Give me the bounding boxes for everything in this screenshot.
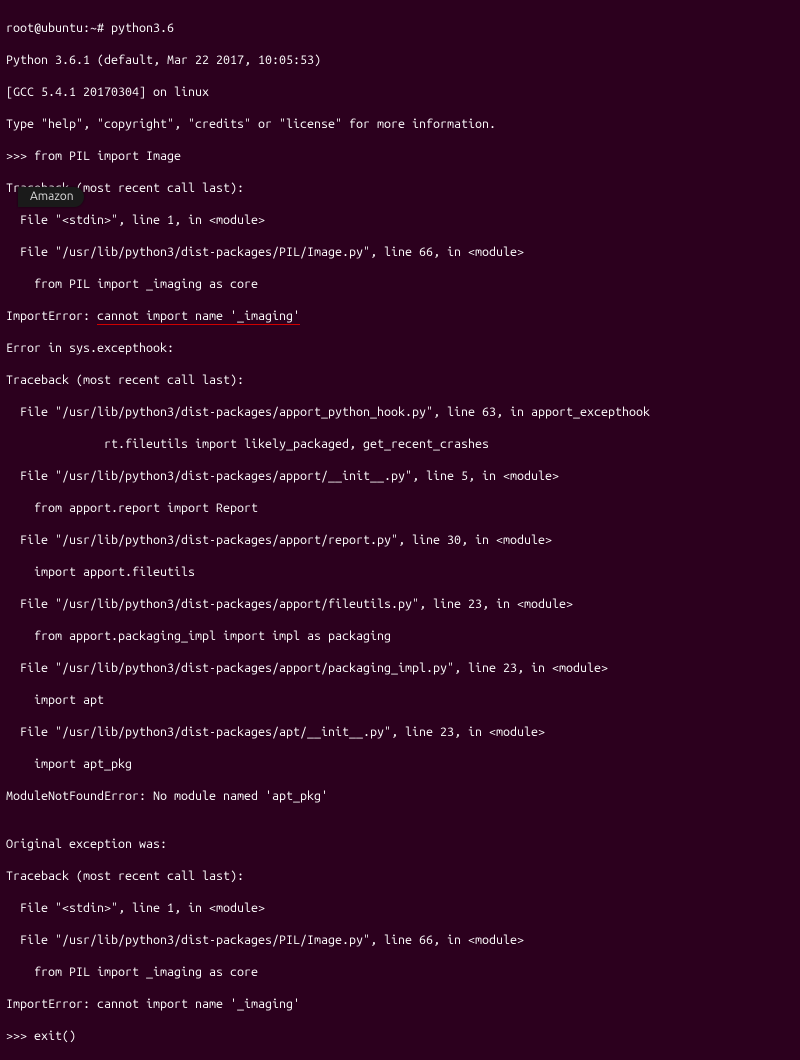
terminal-line: import apt_pkg xyxy=(6,756,794,772)
terminal-line: File "<stdin>", line 1, in <module> xyxy=(6,900,794,916)
terminal-line: from apport.packaging_impl import impl a… xyxy=(6,628,794,644)
terminal-line: File "/usr/lib/python3/dist-packages/app… xyxy=(6,596,794,612)
terminal-line: [GCC 5.4.1 20170304] on linux xyxy=(6,84,794,100)
terminal-line: Traceback (most recent call last): xyxy=(6,868,794,884)
partial-line: rt.fileutils import likely_packaged, get… xyxy=(104,437,489,451)
terminal-line: Original exception was: xyxy=(6,836,794,852)
terminal-line: Traceback (most recent call last): xyxy=(6,372,794,388)
terminal-line: import apport.fileutils xyxy=(6,564,794,580)
terminal-line: File "/usr/lib/python3/dist-packages/app… xyxy=(6,468,794,484)
terminal-line: Error in sys.excepthook: xyxy=(6,340,794,356)
terminal-line: >>> from PIL import Image xyxy=(6,148,794,164)
terminal-line: ImportError: cannot import name '_imagin… xyxy=(6,308,794,324)
terminal-output[interactable]: root@ubuntu:~# python3.6 Python 3.6.1 (d… xyxy=(6,4,794,1060)
terminal-line: import apt xyxy=(6,692,794,708)
terminal-line: Python 3.6.1 (default, Mar 22 2017, 10:0… xyxy=(6,52,794,68)
error-highlight: cannot import name '_imaging' xyxy=(97,309,300,325)
terminal-line: File "/usr/lib/python3/dist-packages/PIL… xyxy=(6,932,794,948)
badge-label: Amazon xyxy=(30,190,74,203)
terminal-line: root@ubuntu:~# python3.6 xyxy=(6,20,794,36)
terminal-line: rt.fileutils import likely_packaged, get… xyxy=(6,436,794,452)
terminal-line: >>> exit() xyxy=(6,1028,794,1044)
terminal-line: ImportError: cannot import name '_imagin… xyxy=(6,996,794,1012)
terminal-line: File "<stdin>", line 1, in <module> xyxy=(6,212,794,228)
terminal-line: ModuleNotFoundError: No module named 'ap… xyxy=(6,788,794,804)
error-prefix: ImportError: xyxy=(6,309,97,323)
terminal-line: Type "help", "copyright", "credits" or "… xyxy=(6,116,794,132)
terminal-line: File "/usr/lib/python3/dist-packages/app… xyxy=(6,660,794,676)
terminal-line: File "/usr/lib/python3/dist-packages/app… xyxy=(6,404,794,420)
terminal-line: File "/usr/lib/python3/dist-packages/app… xyxy=(6,532,794,548)
terminal-line: from PIL import _imaging as core xyxy=(6,276,794,292)
terminal-line: from PIL import _imaging as core xyxy=(6,964,794,980)
terminal-line: File "/usr/lib/python3/dist-packages/apt… xyxy=(6,724,794,740)
terminal-line: File "/usr/lib/python3/dist-packages/PIL… xyxy=(6,244,794,260)
amazon-badge: Amazon xyxy=(18,187,84,207)
terminal-line: Traceback (most recent call last): xyxy=(6,180,794,196)
terminal-line: from apport.report import Report xyxy=(6,500,794,516)
